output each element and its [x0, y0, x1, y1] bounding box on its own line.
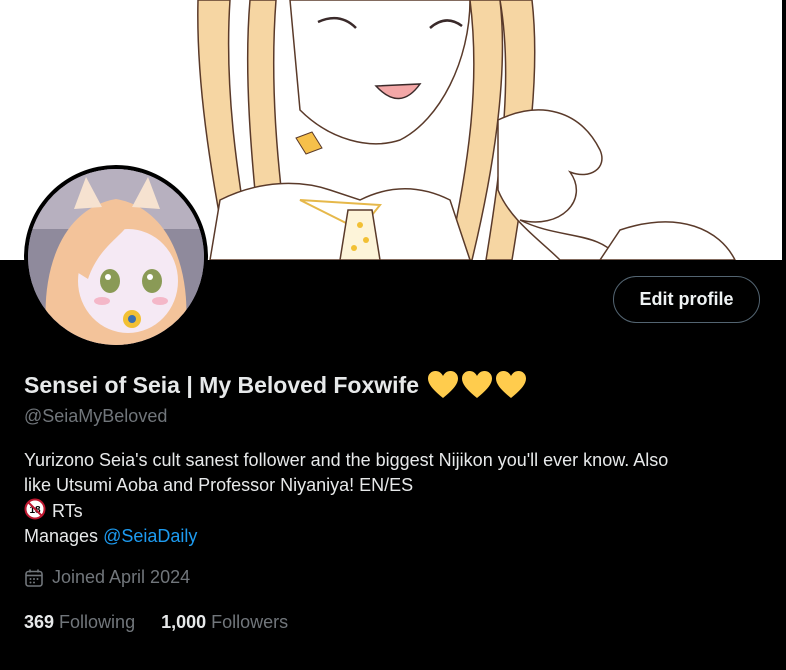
- display-name-text: Sensei of Seia | My Beloved Foxwife: [24, 371, 419, 398]
- yellow-heart-icon: [496, 371, 526, 398]
- name-emoji-group: [427, 370, 527, 400]
- bio-rts-text: RTs: [52, 501, 83, 521]
- joined-text: Joined April 2024: [52, 567, 191, 587]
- following-count: 369: [24, 612, 55, 632]
- followers-link[interactable]: 1,000 Followers: [161, 612, 288, 633]
- mention-link[interactable]: @SeiaDaily: [103, 526, 197, 546]
- profile-handle: @SeiaMyBeloved: [24, 406, 168, 426]
- profile-avatar[interactable]: [24, 165, 208, 349]
- following-label: Following: [59, 612, 136, 632]
- yellow-heart-icon: [428, 371, 458, 398]
- bio-manages-text: Manages: [24, 526, 99, 546]
- bio-line-4: Manages @SeiaDaily: [24, 524, 764, 549]
- followers-label: Followers: [211, 612, 289, 632]
- avatar-image: [28, 169, 204, 345]
- bio-line-1: Yurizono Seia's cult sanest follower and…: [24, 450, 669, 470]
- joined-date: Joined April 2024: [24, 567, 190, 588]
- calendar-icon: [25, 569, 43, 587]
- followers-count: 1,000: [161, 612, 207, 632]
- yellow-heart-icon: [462, 371, 492, 398]
- no-under-18-icon: 18: [24, 498, 46, 520]
- edit-profile-button[interactable]: Edit profile: [613, 276, 760, 323]
- profile-display-name: Sensei of Seia | My Beloved Foxwife: [24, 370, 527, 400]
- profile-stats: 369 Following 1,000 Followers: [24, 612, 288, 633]
- bio-line-2: like Utsumi Aoba and Professor Niyaniya!…: [24, 475, 414, 495]
- bio-line-3: 18 RTs: [24, 498, 764, 524]
- following-link[interactable]: 369 Following: [24, 612, 135, 633]
- profile-bio: Yurizono Seia's cult sanest follower and…: [24, 448, 764, 549]
